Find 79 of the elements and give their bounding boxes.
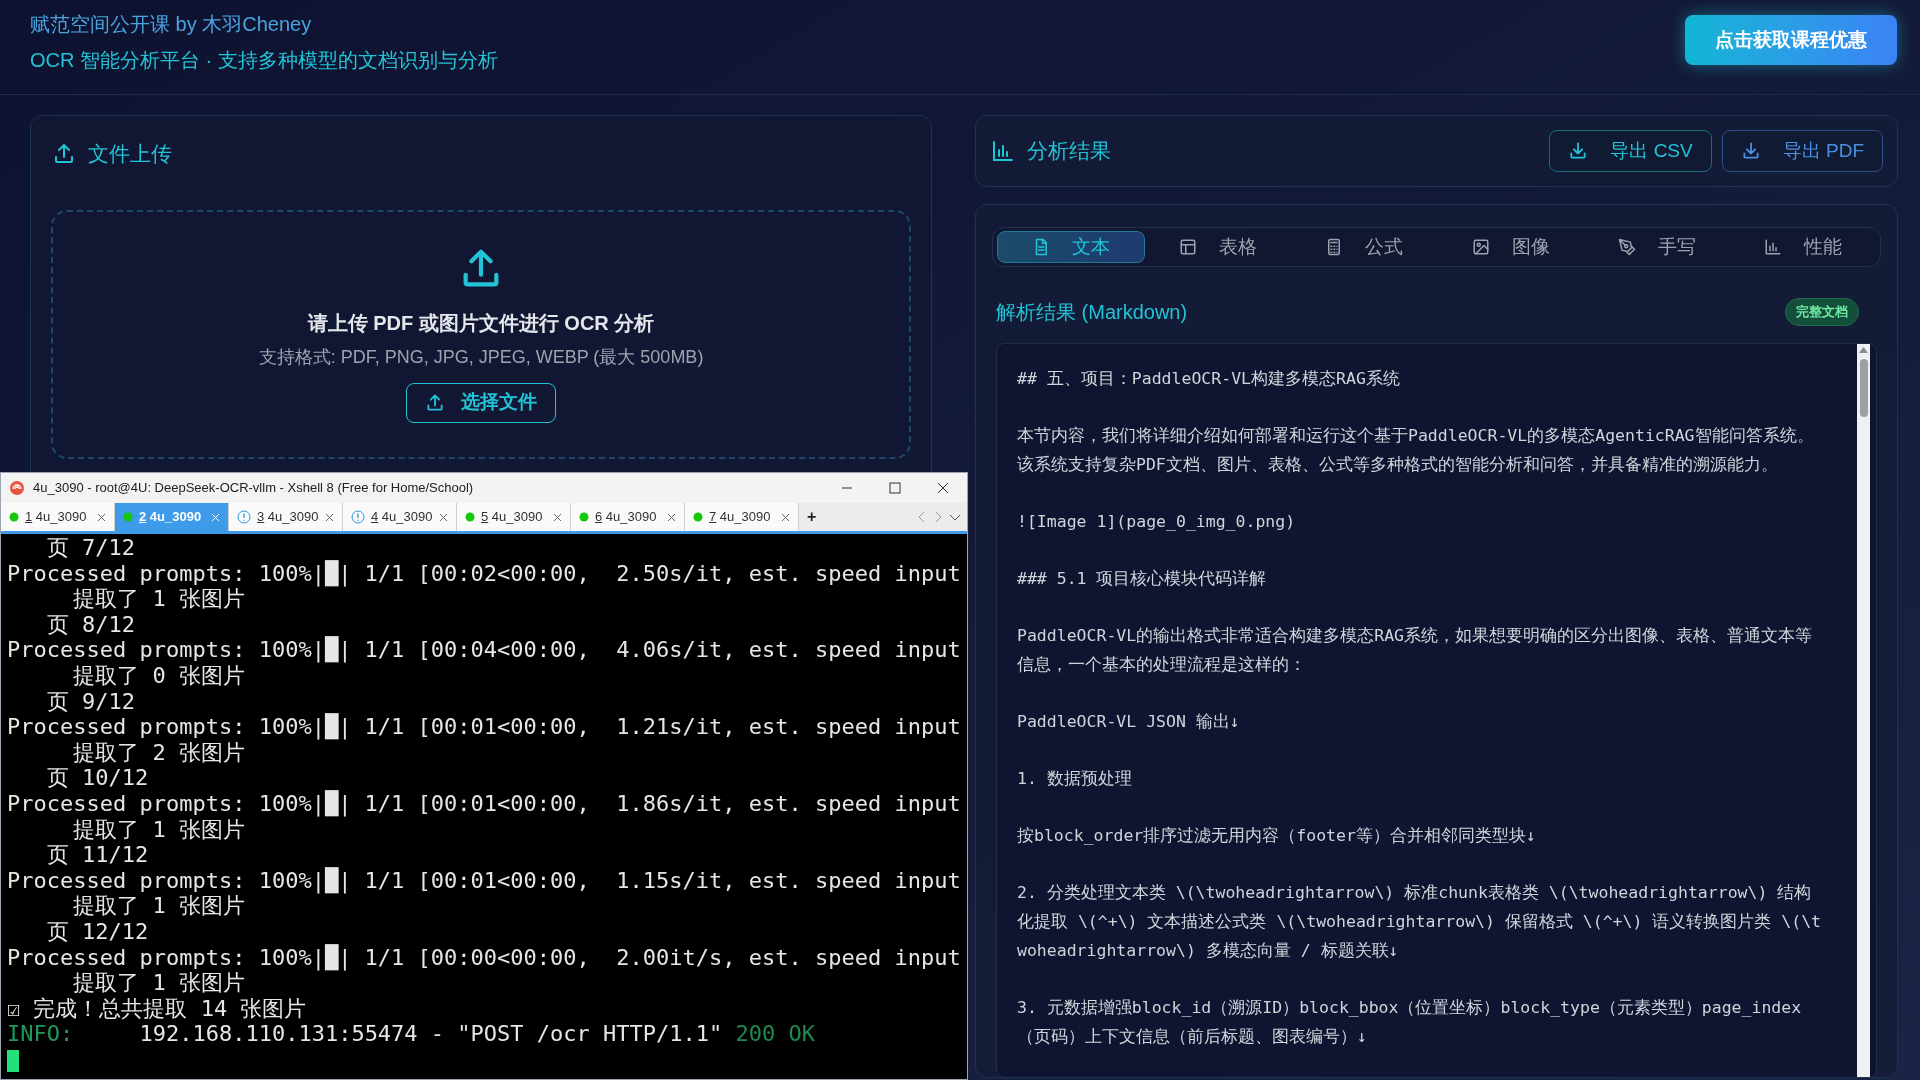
tab[interactable]: 公式 xyxy=(1291,231,1438,263)
terminal-line: ☑ 完成！总共提取 14 张图片 xyxy=(7,995,308,1022)
scroll-up-icon[interactable] xyxy=(1859,347,1868,353)
dropdown-icon[interactable] xyxy=(949,512,961,522)
upload-icon xyxy=(52,141,76,166)
terminal-tab[interactable]: 3 4u_3090 xyxy=(229,503,343,531)
terminal-line: Processed prompts: 100%|█| 1/1 [00:01<00:00, 1.15s/it, est. speed input xyxy=(7,867,962,894)
markdown-paragraph: 本节内容，我们将详细介绍如何部署和运行这个基于PaddleOCR-VL的多模态AgenticRAG智能问答系统。该系统支持复杂PDF文档、图片、表格、公式等多种格式的智能分析和问答，并具备精准的溯源能力。 xyxy=(1017,425,1815,476)
terminal-line: Processed prompts: 100%|█| 1/1 [00:01<00:00, 1.86s/it, est. speed input xyxy=(7,790,962,817)
terminal-line: 提取了 0 张图片 xyxy=(72,662,246,689)
bar-chart-icon xyxy=(1763,238,1782,256)
window-title: 4u_3090 - root@4U: DeepSeek-OCR-vllm - Xshell 8 (Free for Home/School) xyxy=(33,479,474,498)
close-icon[interactable] xyxy=(439,512,448,522)
new-tab-button[interactable]: + xyxy=(799,503,825,531)
terminal-line: 提取了 1 张图片 xyxy=(72,893,246,919)
terminal-line: Processed prompts: 100%|█| 1/1 [00:01<00:00, 1.21s/it, est. speed input xyxy=(7,714,962,740)
terminal-tab[interactable]: 4 4u_3090 xyxy=(343,503,457,531)
tab[interactable]: 表格 xyxy=(1145,231,1292,263)
terminal-tab[interactable]: 1 4u_3090 xyxy=(1,503,115,531)
close-icon[interactable] xyxy=(937,482,949,494)
tab[interactable]: 手写 xyxy=(1583,231,1730,263)
terminal-line: Processed prompts: 100%|█| 1/1 [00:04<00:00, 4.06s/it, est. speed input xyxy=(7,637,962,663)
table-icon xyxy=(1179,238,1198,256)
close-icon[interactable] xyxy=(97,512,106,522)
terminal-line: 页 8/12 xyxy=(45,611,136,638)
markdown-paragraph: 按block_order排序过滤无用内容（footer等）合并相邻同类型块↓ xyxy=(1017,825,1537,847)
image-icon xyxy=(1471,238,1490,256)
supported-formats: 支持格式: PDF, PNG, JPG, JPEG, WEBP (最大 500MB) xyxy=(258,345,704,369)
terminal-line: 页 11/12 xyxy=(45,842,150,868)
terminal-line: Processed prompts: 100%|█| 1/1 [00:00<00:00, 2.00it/s, est. speed input xyxy=(7,944,962,971)
terminal-tab[interactable]: 6 4u_3090 xyxy=(571,503,685,531)
terminal-line: 提取了 1 张图片 xyxy=(72,816,246,843)
terminal-tab[interactable]: 5 4u_3090 xyxy=(457,503,571,531)
bar-chart-icon xyxy=(991,139,1015,163)
terminal-line: 页 10/12 xyxy=(45,765,150,791)
markdown-paragraph: PaddleOCR-VL的输出格式非常适合构建多模态RAG系统，如果想要明确的区分出图像、表格、普通文本等信息，一个基本的处理流程是这样的： xyxy=(1017,625,1813,676)
app-subtitle: OCR 智能分析平台 · 支持多种模型的文档识别与分析 xyxy=(30,48,498,73)
maximize-icon[interactable] xyxy=(889,482,901,494)
app-title: 赋范空间公开课 by 木羽Cheney xyxy=(30,12,313,37)
markdown-paragraph: 2. 分类处理文本类 \(\twoheadrightarrow\) 标准chunk表格类 \(\twoheadrightarrow\) 结构化提取 \(^+\) 文本描述公式类 \(\twoheadrightarrow\) 保留格式 \(^+\) 语义转换图片类 \(\twoheadrightarrow\) 多模态向量 / 标题关联↓ xyxy=(1017,882,1823,962)
download-icon xyxy=(1740,141,1761,161)
terminal-line: Processed prompts: 100%|█| 1/1 [00:02<00:00, 2.50s/it, est. speed input xyxy=(7,560,962,587)
terminal-line: 页 12/12 xyxy=(45,918,150,945)
status-badge: 完整文档 xyxy=(1785,298,1859,326)
terminal-line: 页 7/12 xyxy=(45,535,136,561)
markdown-paragraph: PaddleOCR-VL JSON 输出↓ xyxy=(1017,711,1241,733)
export-button[interactable]: 导出 CSV xyxy=(1549,130,1712,172)
export-button[interactable]: 导出 PDF xyxy=(1721,130,1883,172)
scrollbar[interactable] xyxy=(1857,344,1870,1077)
tab[interactable]: 性能 xyxy=(1729,231,1877,263)
markdown-paragraph: ## 五、项目：PaddleOCR-VL构建多模态RAG系统 xyxy=(1017,368,1401,390)
download-icon xyxy=(1568,141,1589,161)
upload-prompt: 请上传 PDF 或图片文件进行 OCR 分析 xyxy=(307,310,655,336)
close-icon[interactable] xyxy=(781,512,790,522)
panel-title: 文件上传 xyxy=(88,141,172,167)
panel-title: 分析结果 xyxy=(1027,138,1111,165)
terminal-line: 页 9/12 xyxy=(45,688,136,715)
markdown-paragraph: ![Image 1](page_0_img_0.png) xyxy=(1017,511,1297,533)
terminal-cursor xyxy=(7,1049,19,1072)
close-icon[interactable] xyxy=(553,512,562,522)
upload-icon xyxy=(425,392,445,413)
tab[interactable]: 文本 xyxy=(997,231,1146,263)
tab[interactable]: 图像 xyxy=(1437,231,1584,263)
choose-file-button[interactable]: 选择文件 xyxy=(406,382,556,423)
terminal-line: INFO: 192.168.110.131:55474 - "POST /ocr HTTP/1.1" 200 OK xyxy=(7,1021,816,1047)
markdown-paragraph: 1. 数据预处理 xyxy=(1017,768,1133,790)
close-icon[interactable] xyxy=(667,512,676,522)
markdown-paragraph: 3. 元数据增强block_id（溯源ID）block_bbox（位置坐标）block_type（元素类型）page_index（页码）上下文信息（前后标题、图表编号）↓ xyxy=(1017,997,1803,1048)
terminal-line: 提取了 2 张图片 xyxy=(72,739,246,766)
close-icon[interactable] xyxy=(325,512,334,522)
pen-icon xyxy=(1617,238,1636,256)
app-logo-icon xyxy=(9,480,25,496)
terminal-line: 提取了 1 张图片 xyxy=(72,970,246,996)
markdown-paragraph: ### 5.1 项目核心模块代码详解 xyxy=(1017,568,1268,590)
section-title: 解析结果 (Markdown) xyxy=(996,300,1188,325)
terminal-tab[interactable]: 7 4u_3090 xyxy=(685,503,799,531)
drop-zone[interactable]: 请上传 PDF 或图片文件进行 OCR 分析 支持格式: PDF, PNG, JPG, JPEG, WEBP (最大 500MB) 选择文件 xyxy=(51,209,911,459)
terminal-line: 提取了 1 张图片 xyxy=(72,586,246,612)
scrollbar-thumb[interactable] xyxy=(1859,359,1868,417)
